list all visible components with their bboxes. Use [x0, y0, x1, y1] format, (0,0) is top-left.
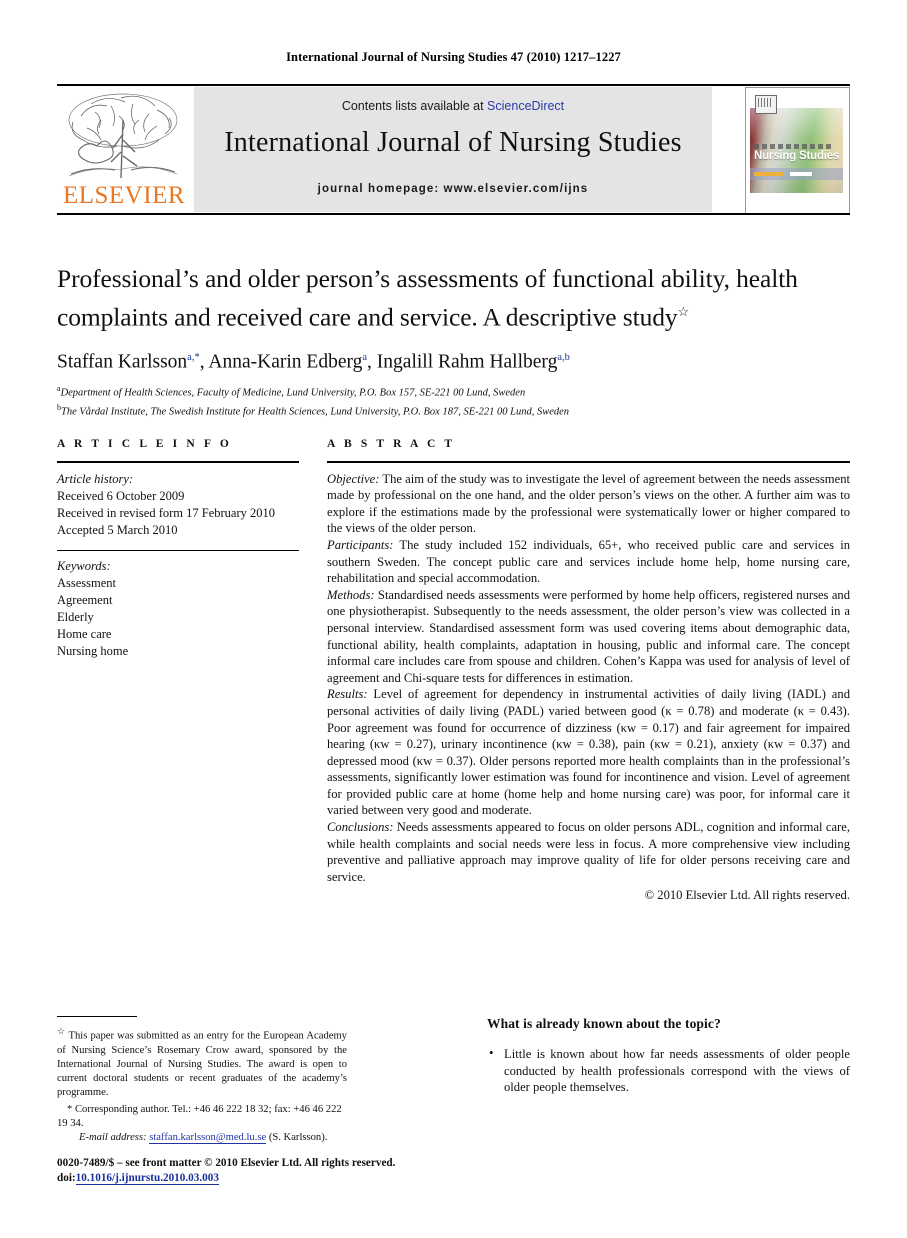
author-name[interactable]: Staffan Karlsson — [57, 351, 187, 372]
abstract-label: Results: — [327, 687, 368, 702]
journal-homepage-line[interactable]: journal homepage: www.elsevier.com/ijns — [194, 183, 712, 195]
footnote-corresponding-text: Corresponding author. Tel.: +46 46 222 1… — [57, 1103, 342, 1129]
affiliation-text: Department of Health Sciences, Faculty o… — [60, 387, 526, 399]
article-info-section: A R T I C L E I N F O Article history: R… — [57, 438, 299, 660]
contents-available-line: Contents lists available at ScienceDirec… — [194, 99, 712, 113]
journal-cover-thumbnail[interactable]: Nursing Studies — [745, 87, 850, 214]
elsevier-wordmark: ELSEVIER — [62, 182, 186, 209]
journal-cover-image: Nursing Studies — [750, 92, 843, 207]
cover-bottom-strip — [750, 168, 843, 180]
already-known-list: Little is known about how far needs asse… — [487, 1045, 850, 1096]
keyword-item[interactable]: Agreement — [57, 592, 299, 609]
footer-identifiers: 0020-7489/$ – see front matter © 2010 El… — [57, 1156, 477, 1186]
masthead-rule-bottom — [57, 213, 850, 215]
keyword-item[interactable]: Home care — [57, 626, 299, 643]
author-list: Staffan Karlssona,*, Anna-Karin Edberga,… — [57, 351, 570, 372]
affiliation-text: The Vårdal Institute, The Swedish Instit… — [61, 406, 570, 417]
email-label: E-mail address: — [79, 1131, 147, 1143]
abstract-label: Methods: — [327, 587, 375, 602]
title-footnote-marker[interactable]: ☆ — [678, 304, 690, 319]
paper-page: International Journal of Nursing Studies… — [0, 0, 907, 1238]
title-block: Professional’s and older person’s assess… — [57, 262, 850, 419]
affiliation-item: aDepartment of Health Sciences, Faculty … — [57, 382, 850, 401]
abstract-text: Standardised needs assessments were perf… — [327, 587, 850, 685]
keyword-item[interactable]: Elderly — [57, 609, 299, 626]
abstract-text: The aim of the study was to investigate … — [327, 471, 850, 536]
masthead-rule-top — [57, 84, 850, 86]
affiliation-item: bThe Vårdal Institute, The Swedish Insti… — [57, 401, 850, 420]
author-sup[interactable]: a — [362, 352, 367, 363]
abstract-text: The study included 152 individuals, 65+,… — [327, 537, 850, 586]
abstract-paragraph: Objective: The aim of the study was to i… — [327, 471, 850, 537]
email-link[interactable]: staffan.karlsson@med.lu.se — [149, 1131, 267, 1144]
abstract-paragraph: Results: Level of agreement for dependen… — [327, 686, 850, 819]
abstract-paragraph: Participants: The study included 152 ind… — [327, 537, 850, 587]
abstract-paragraph: Conclusions: Needs assessments appeared … — [327, 819, 850, 885]
already-known-box: What is already known about the topic? L… — [487, 1016, 850, 1096]
author-sup[interactable]: a,b — [557, 352, 570, 363]
abstract-body: Objective: The aim of the study was to i… — [327, 471, 850, 904]
cover-superline — [754, 144, 834, 149]
journal-title: International Journal of Nursing Studies — [224, 127, 682, 158]
article-history-item: Received in revised form 17 February 201… — [57, 505, 275, 520]
article-history-item: Received 6 October 2009 — [57, 488, 185, 503]
footnotes-section: ☆ This paper was submitted as an entry f… — [57, 1016, 347, 1145]
keyword-item[interactable]: Assessment — [57, 575, 299, 592]
article-history-item: Accepted 5 March 2010 — [57, 522, 178, 537]
page-title: Professional’s and older person’s assess… — [57, 262, 850, 334]
abstract-section: A B S T R A C T Objective: The aim of th… — [327, 438, 850, 904]
abstract-label: Objective: — [327, 471, 380, 486]
footnote-rule — [57, 1016, 137, 1018]
abstract-copyright: © 2010 Elsevier Ltd. All rights reserved… — [644, 888, 850, 903]
list-item: Little is known about how far needs asse… — [487, 1045, 850, 1096]
abstract-heading: A B S T R A C T — [327, 438, 456, 450]
doi-link[interactable]: 10.1016/j.ijnurstu.2010.03.003 — [75, 1172, 219, 1185]
cover-elsevier-mark-icon — [755, 95, 777, 114]
abstract-label: Participants: — [327, 537, 394, 552]
article-info-rule — [57, 461, 299, 463]
affiliation-list: aDepartment of Health Sciences, Faculty … — [57, 382, 850, 419]
author-name[interactable]: Ingalill Rahm Hallberg — [377, 351, 558, 372]
footnote-corresponding: * Corresponding author. Tel.: +46 46 222… — [57, 1103, 347, 1131]
keywords-label: Keywords: — [57, 558, 111, 573]
footnote-corresponding-marker: * — [67, 1103, 73, 1115]
sciencedirect-link[interactable]: ScienceDirect — [487, 99, 564, 113]
keyword-item[interactable]: Nursing home — [57, 643, 299, 660]
footnote-star-text: This paper was submitted as an entry for… — [57, 1030, 347, 1098]
footnote-star-marker: ☆ — [57, 1026, 66, 1037]
author-sup[interactable]: a,* — [187, 352, 200, 363]
abstract-paragraph: Methods: Standardised needs assessments … — [327, 587, 850, 687]
cover-title: Nursing Studies — [754, 150, 840, 162]
abstract-text: Needs assessments appeared to focus on o… — [327, 820, 850, 884]
doi-label: doi: — [57, 1172, 76, 1184]
issn-line: 0020-7489/$ – see front matter © 2010 El… — [57, 1157, 396, 1169]
footnote-star: ☆ This paper was submitted as an entry f… — [57, 1024, 347, 1100]
author-name[interactable]: Anna-Karin Edberg — [208, 351, 362, 372]
contents-prefix: Contents lists available at — [341, 99, 488, 113]
paper-title-text: Professional’s and older person’s assess… — [57, 264, 798, 332]
elsevier-logo: ELSEVIER — [59, 88, 189, 212]
keywords-rule — [57, 549, 299, 551]
abstract-rule — [327, 461, 850, 463]
journal-masthead: ELSEVIER Contents lists available at Sci… — [57, 84, 850, 215]
elsevier-tree-icon — [68, 93, 178, 179]
footnote-email-line: E-mail address: staffan.karlsson@med.lu.… — [57, 1131, 347, 1145]
abstract-label: Conclusions: — [327, 820, 394, 835]
running-head: International Journal of Nursing Studies… — [286, 50, 621, 64]
article-info-heading: A R T I C L E I N F O — [57, 438, 232, 450]
already-known-title: What is already known about the topic? — [487, 1016, 721, 1031]
doi-line: doi:10.1016/j.ijnurstu.2010.03.003 — [57, 1171, 477, 1186]
article-history-label: Article history: — [57, 471, 134, 486]
abstract-text: Level of agreement for dependency in ins… — [327, 687, 850, 818]
masthead-grey-panel: Contents lists available at ScienceDirec… — [194, 87, 712, 212]
email-owner: (S. Karlsson). — [268, 1131, 328, 1143]
